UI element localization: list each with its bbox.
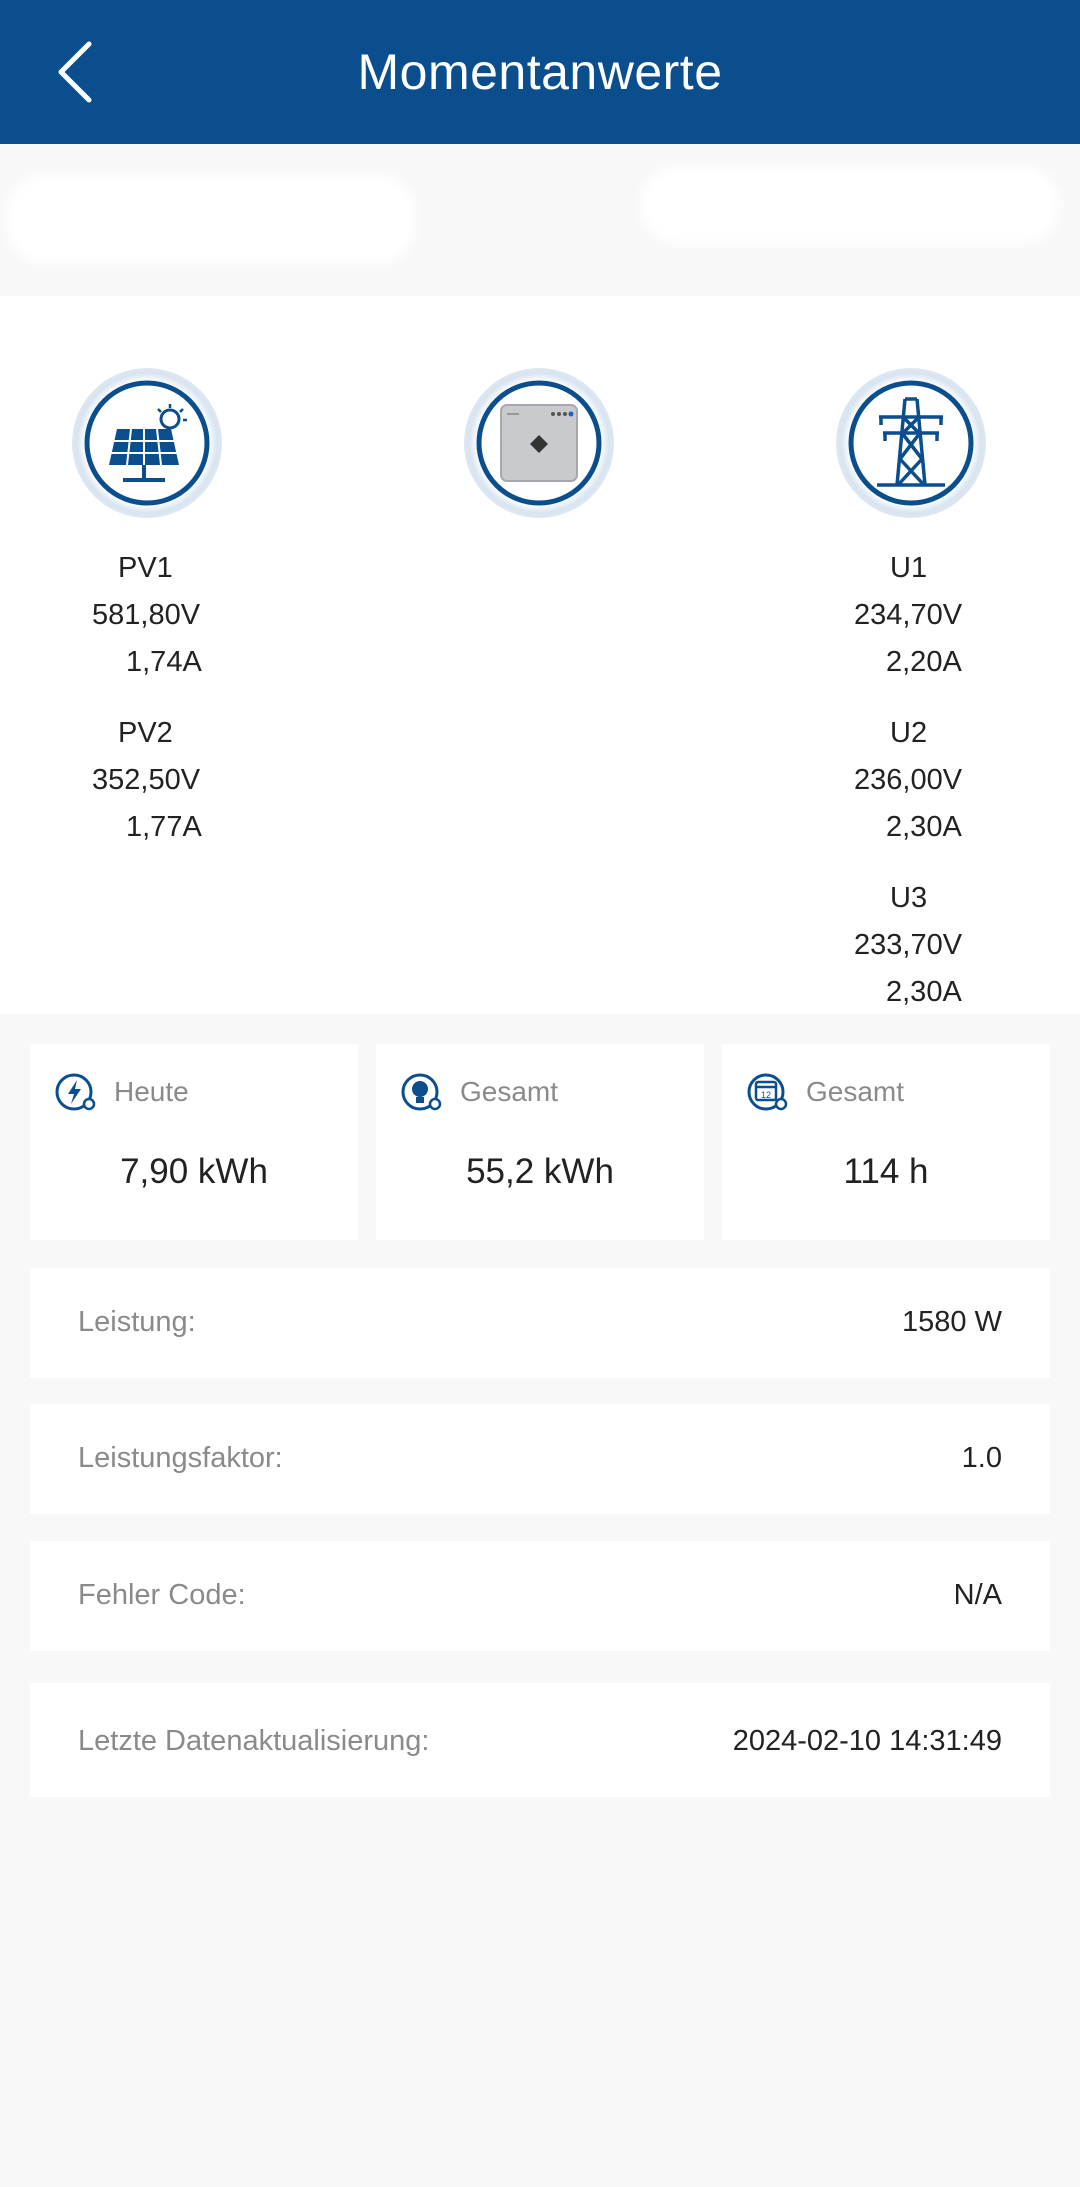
u2-voltage: 236,00V — [854, 764, 963, 796]
info-row-error-code: Fehler Code: N/A — [30, 1541, 1050, 1651]
row-label: Letzte Datenaktualisierung: — [78, 1725, 430, 1757]
pv2-voltage: 352,50V — [92, 764, 201, 796]
solar-panel-icon — [72, 368, 222, 518]
lightbulb-icon — [401, 1073, 442, 1111]
svg-text:12: 12 — [761, 1090, 771, 1100]
row-value: N/A — [953, 1579, 1002, 1611]
card-label: Gesamt — [460, 1076, 559, 1107]
stat-card-today: Heute 7,90 kWh — [30, 1044, 358, 1240]
redacted-device-name — [6, 174, 416, 264]
row-value: 1.0 — [961, 1442, 1002, 1474]
pv1-name: PV1 — [118, 552, 173, 584]
card-label: Gesamt — [806, 1076, 905, 1107]
inverter-icon — [464, 368, 614, 518]
u2-name: U2 — [890, 717, 928, 749]
row-label: Fehler Code: — [78, 1579, 246, 1611]
chevron-left-icon — [58, 41, 92, 103]
u1-name: U1 — [890, 552, 928, 584]
u2-current: 2,30A — [886, 811, 962, 843]
u3-current: 2,30A — [886, 976, 962, 1008]
u3-voltage: 233,70V — [854, 929, 963, 961]
row-value: 2024-02-10 14:31:49 — [732, 1725, 1002, 1757]
lightning-icon — [55, 1073, 96, 1111]
energy-flow-panel: PV1 581,80V 1,74A PV2 352,50V 1,77A U1 2… — [0, 296, 1080, 1014]
card-value: 7,90 kWh — [120, 1152, 268, 1191]
power-tower-icon — [836, 368, 986, 518]
stat-card-total-energy: Gesamt 55,2 kWh — [376, 1044, 704, 1240]
row-label: Leistung: — [78, 1306, 196, 1338]
app-root: Momentanwerte PV1 581,80V 1,74A PV2 352,… — [0, 0, 1080, 2187]
info-row-power-factor: Leistungsfaktor: 1.0 — [30, 1404, 1050, 1514]
info-row-last-update: Letzte Datenaktualisierung: 2024-02-10 1… — [30, 1683, 1050, 1797]
card-value: 55,2 kWh — [466, 1152, 614, 1191]
card-value: 114 h — [843, 1152, 929, 1191]
u3-name: U3 — [890, 882, 928, 914]
device-info-strip — [0, 144, 1080, 296]
calendar-icon: 12 — [747, 1073, 788, 1111]
u1-current: 2,20A — [886, 646, 962, 678]
u1-voltage: 234,70V — [854, 599, 963, 631]
info-row-power: Leistung: 1580 W — [30, 1268, 1050, 1378]
app-header: Momentanwerte — [0, 0, 1080, 144]
row-value: 1580 W — [902, 1306, 1002, 1338]
pv2-name: PV2 — [118, 717, 173, 749]
card-label: Heute — [114, 1076, 189, 1107]
stat-card-total-hours: 12 Gesamt 114 h — [722, 1044, 1050, 1240]
redacted-device-serial — [640, 166, 1060, 244]
pv1-current: 1,74A — [126, 646, 202, 678]
pv1-voltage: 581,80V — [92, 599, 201, 631]
back-button[interactable] — [30, 30, 120, 114]
row-label: Leistungsfaktor: — [78, 1442, 283, 1474]
page-title: Momentanwerte — [357, 44, 723, 100]
pv2-current: 1,77A — [126, 811, 202, 843]
